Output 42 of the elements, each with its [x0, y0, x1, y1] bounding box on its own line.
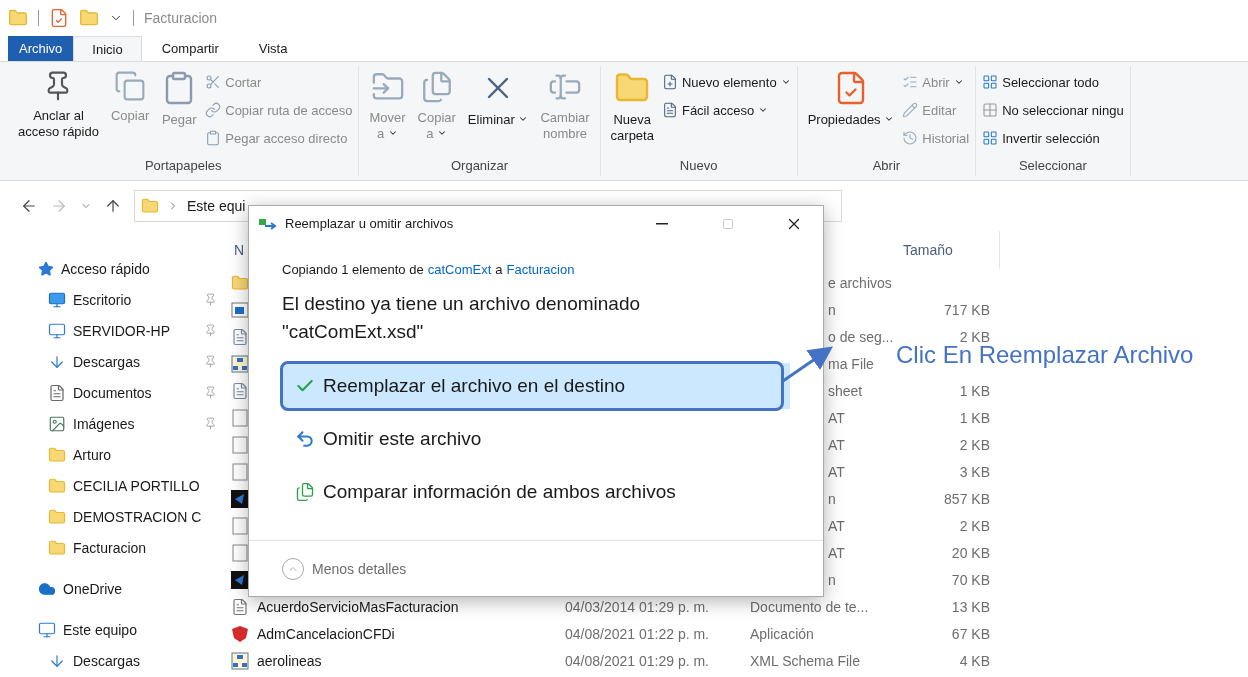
file-size: 2 KB — [958, 517, 990, 534]
file-size: 857 KB — [943, 490, 990, 507]
group-label: Portapapeles — [144, 157, 222, 175]
file-type: n — [828, 571, 837, 588]
file-type: AT — [828, 463, 846, 480]
group-label: Organizar — [450, 157, 509, 175]
file-type: e archivos — [828, 274, 893, 291]
copy-connector: a — [495, 261, 503, 279]
file-type: sheet — [828, 382, 864, 399]
copy-status: Copiando 1 elemento de — [282, 261, 424, 279]
file-size: 2 KB — [958, 436, 990, 453]
file-size: 4 KB — [958, 652, 990, 669]
dialog-title: Reemplazar u omitir archivos — [285, 216, 455, 231]
file-type: XML Schema File — [750, 652, 861, 669]
group-label: Abrir — [872, 157, 901, 175]
file-size: 67 KB — [950, 625, 990, 642]
file-type: o de seg... — [828, 328, 895, 345]
window-title: Facturacion — [144, 10, 218, 26]
file-type: ma File — [828, 355, 875, 372]
file-type: AT — [828, 436, 846, 453]
file-type: AT — [828, 517, 846, 534]
file-date: 04/08/2021 01:29 p. m. — [565, 652, 710, 669]
file-size: 13 KB — [950, 598, 990, 615]
dialog-message: "catComExt.xsd" — [282, 320, 425, 344]
file-size: 20 KB — [950, 544, 990, 561]
file-type: AT — [828, 409, 846, 426]
address-path: Este equi — [187, 198, 246, 214]
group-label: Nuevo — [679, 157, 718, 175]
file-type: Documento de te... — [750, 598, 870, 615]
file-size: 3 KB — [958, 463, 990, 480]
file-type: n — [828, 490, 837, 507]
dialog-message: El destino ya tiene un archivo denominado — [282, 292, 642, 316]
file-size: 1 KB — [958, 382, 990, 399]
file-date: 04/08/2021 01:22 p. m. — [565, 625, 710, 642]
file-date: 04/03/2014 01:29 p. m. — [565, 598, 710, 615]
file-type: Aplicación — [750, 625, 815, 642]
file-size: 70 KB — [950, 571, 990, 588]
file-type: AT — [828, 544, 846, 561]
file-size: 1 KB — [958, 409, 990, 426]
file-size: 717 KB — [943, 301, 990, 318]
group-label: Seleccionar — [1018, 157, 1087, 175]
file-type: n — [828, 301, 837, 318]
